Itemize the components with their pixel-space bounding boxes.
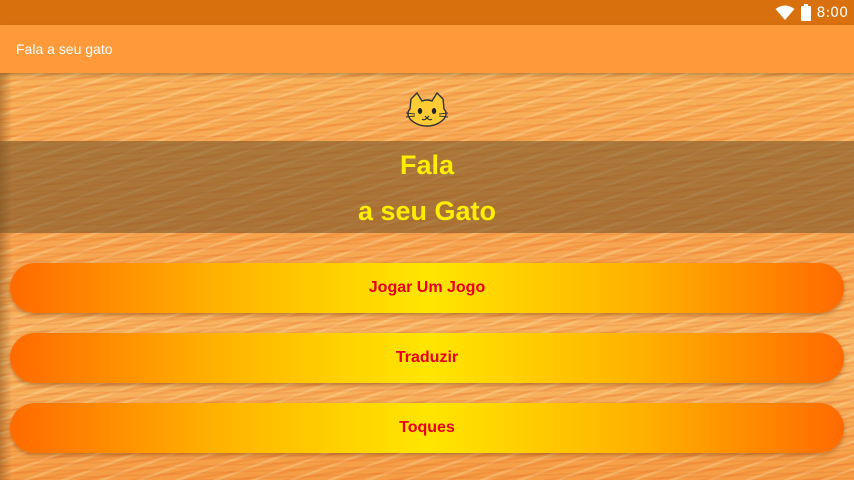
sounds-button[interactable]: Toques (10, 403, 844, 453)
play-game-button[interactable]: Jogar Um Jogo (10, 263, 844, 313)
status-time: 8:00 (816, 4, 848, 21)
title-banner: Fala a seu Gato (0, 141, 854, 233)
battery-icon (800, 4, 811, 21)
status-icons: 8:00 (775, 0, 848, 25)
edge-shadow (0, 73, 12, 480)
title-line-2: a seu Gato (357, 196, 497, 226)
app-bar: Fala a seu gato (0, 25, 854, 73)
main-content: Fala a seu Gato Jogar Um Jogo Traduzir T… (0, 73, 854, 480)
status-bar: 8:00 (0, 0, 854, 25)
translate-button[interactable]: Traduzir (10, 333, 844, 383)
wifi-icon (775, 5, 795, 21)
cat-face-icon (404, 91, 450, 127)
title-line-1: Fala (399, 150, 455, 180)
app-title: Fala a seu gato (16, 41, 113, 57)
